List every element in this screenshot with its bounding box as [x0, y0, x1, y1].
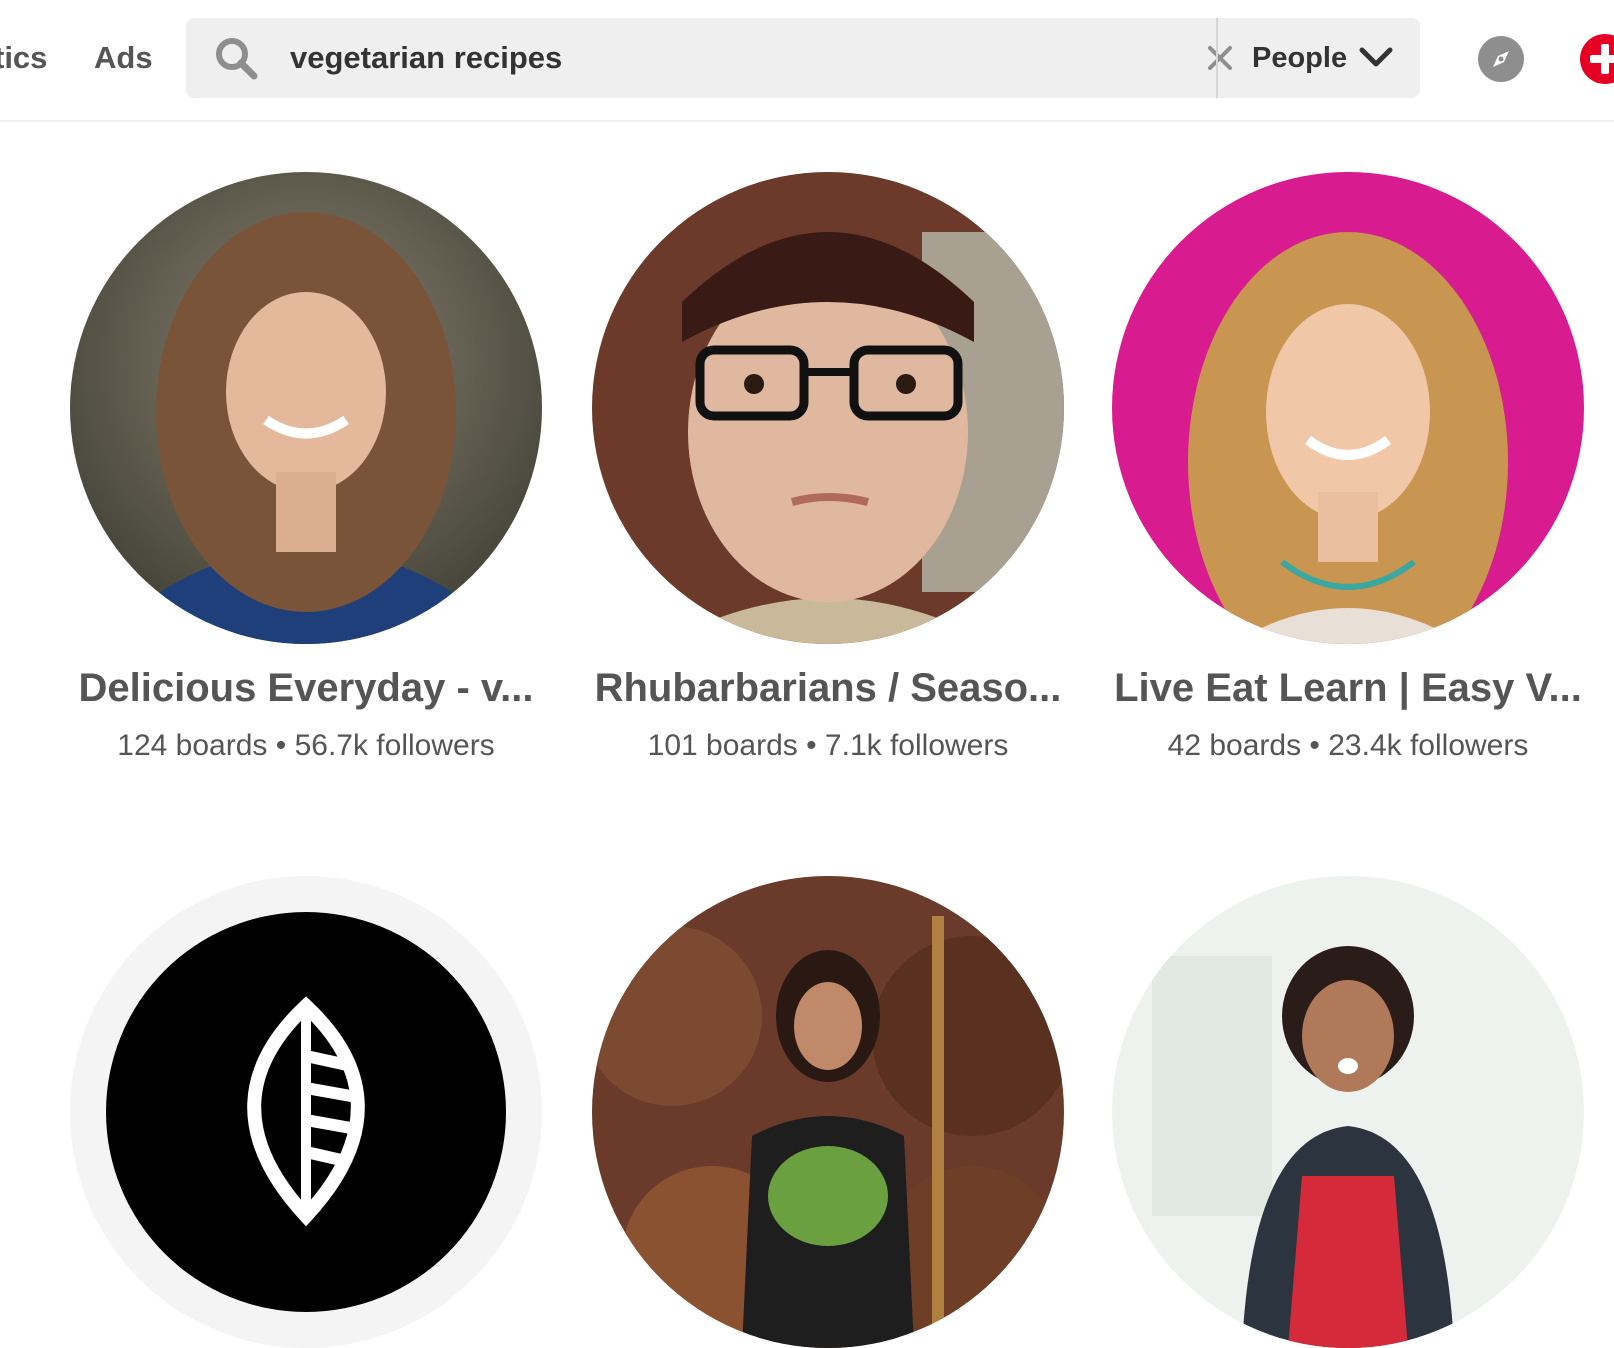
nav-analytics-link[interactable]: tics [0, 36, 47, 80]
person-name[interactable]: Delicious Everyday - v... [58, 662, 554, 714]
avatar[interactable] [592, 172, 1064, 644]
avatar[interactable] [1112, 876, 1584, 1348]
search-input[interactable] [290, 32, 1170, 84]
avatar[interactable] [592, 876, 1064, 1348]
search-bar: People [186, 18, 1420, 98]
plus-icon [1590, 44, 1614, 74]
avatar[interactable] [1112, 172, 1584, 644]
person-stats: 42 boards • 23.4k followers [1167, 729, 1529, 762]
top-header: tics Ads People [0, 0, 1614, 122]
compass-icon [1493, 51, 1509, 67]
filter-selected-label: People [1252, 42, 1348, 74]
chevron-down-icon [1358, 44, 1394, 72]
search-icon [214, 36, 258, 80]
person-stats: 101 boards • 7.1k followers [647, 729, 1009, 762]
person-stats: 124 boards • 56.7k followers [117, 729, 495, 762]
avatar[interactable] [70, 172, 542, 644]
create-button[interactable] [1580, 34, 1614, 84]
search-filter-dropdown[interactable]: People [1218, 18, 1420, 98]
explore-button[interactable] [1478, 36, 1524, 82]
person-name[interactable]: Rhubarbarians / Seaso... [580, 662, 1076, 714]
avatar[interactable] [70, 876, 542, 1348]
nav-ads-link[interactable]: Ads [94, 36, 153, 80]
person-name[interactable]: Live Eat Learn | Easy V... [1100, 662, 1596, 714]
